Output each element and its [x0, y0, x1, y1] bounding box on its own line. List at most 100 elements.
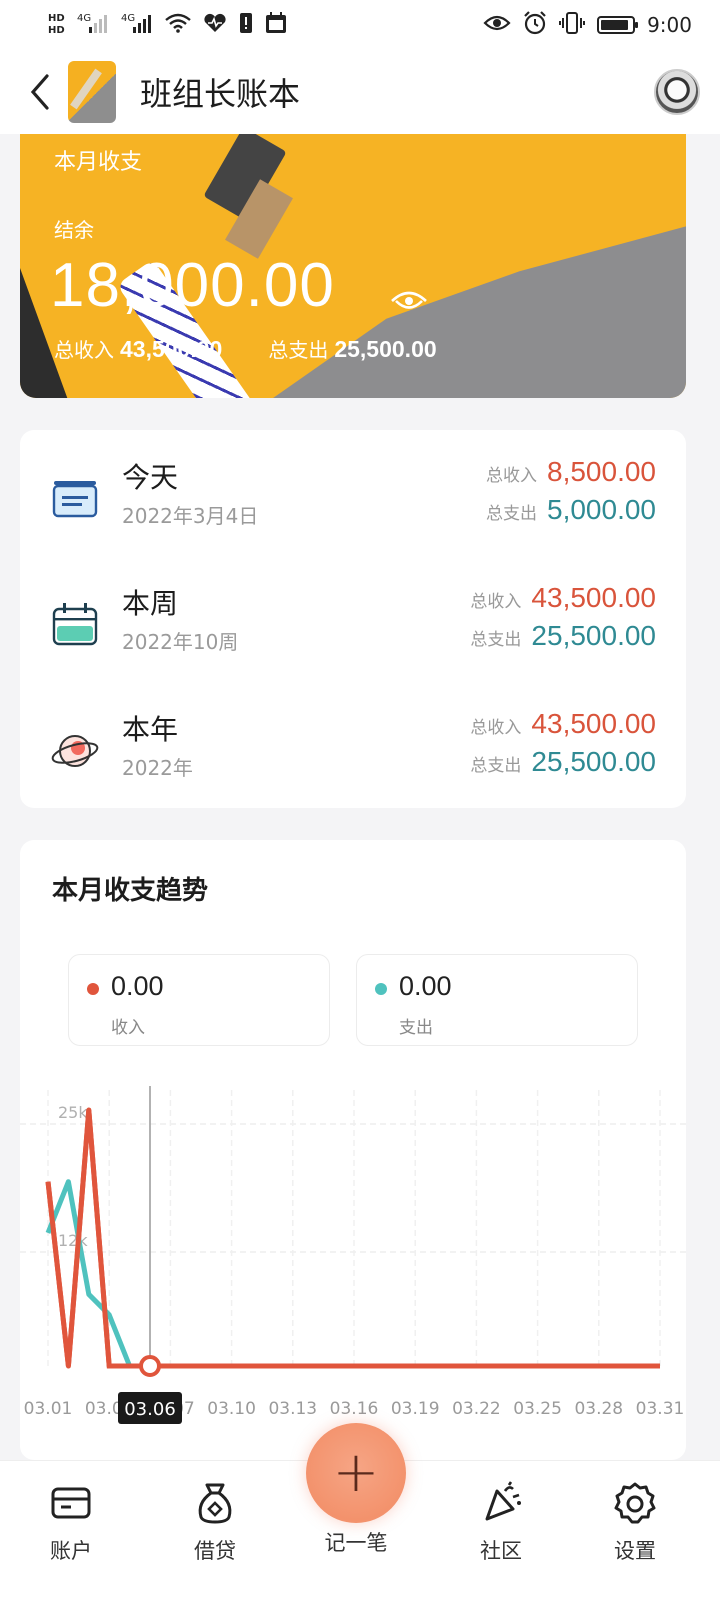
hd-badge-1: HD	[48, 13, 65, 24]
income-amount: 8,500.00	[547, 456, 656, 487]
alarm-icon	[523, 10, 547, 40]
cursor-point	[139, 1355, 161, 1377]
x-tick-label: 03.16	[330, 1399, 379, 1419]
income-label: 总收入	[470, 718, 522, 738]
status-bar: HD HD 4G 4G 9:00	[0, 0, 720, 50]
monthly-balance-banner[interactable]: 本月收支 结余 18,000.00 总收入 43,500.00 总支出 25,5…	[20, 134, 686, 398]
status-time: 9:00	[647, 13, 692, 37]
eye-toggle-icon[interactable]	[390, 288, 428, 314]
calendar-status-icon	[265, 11, 287, 39]
summary-amounts: 总收入 8,500.00 总支出 5,000.00	[486, 456, 656, 532]
expense-label: 总支出	[486, 504, 537, 524]
party-icon	[485, 1481, 521, 1521]
legend-expense-value: 0.00	[399, 971, 452, 1001]
y-tick-label: 25k	[58, 1103, 88, 1122]
expense-label: 总支出	[470, 756, 522, 776]
trend-title: 本月收支趋势	[52, 876, 209, 906]
summary-amounts: 总收入 43,500.00 总支出 25,500.00	[470, 708, 656, 784]
gear-icon	[614, 1482, 656, 1524]
nav-label: 社区	[480, 1539, 522, 1563]
x-tick-label: 03.28	[574, 1399, 623, 1419]
income-series-line	[45, 1107, 660, 1369]
income-amount: 43,500.00	[120, 336, 223, 362]
income-label: 总收入	[54, 338, 114, 362]
legend-expense-box[interactable]: 0.00 支出	[356, 954, 638, 1046]
summary-row-week[interactable]: 本周 2022年10周 总收入 43,500.00 总支出 25,500.00	[20, 582, 686, 682]
plus-icon: +	[332, 1440, 380, 1505]
vibrate-icon	[559, 11, 586, 40]
nav-item-loan[interactable]: 借贷	[160, 1481, 270, 1565]
x-tick-label: 03.22	[452, 1399, 501, 1419]
ledger-cover-thumbnail[interactable]	[68, 61, 116, 123]
page-title: 班组长账本	[140, 75, 301, 113]
tooltip-label: 03.06	[124, 1399, 176, 1420]
summary-date: 2022年	[122, 756, 193, 780]
calendar-icon	[52, 603, 98, 646]
banner-title: 本月收支	[54, 150, 143, 175]
expense-label: 总支出	[470, 630, 522, 650]
monthly-trend-card: 本月收支趋势 0.00 收入 0.00 支出 25k 12k 03.01 03.04 0…	[20, 840, 686, 1460]
y-tick-label: 12k	[58, 1231, 88, 1250]
x-tick-label: 03.25	[513, 1399, 562, 1419]
summary-row-today[interactable]: 今天 2022年3月4日 总收入 8,500.00 总支出 5,000.00	[20, 456, 686, 556]
legend-income-box[interactable]: 0.00 收入	[68, 954, 330, 1046]
health-icon	[203, 13, 227, 38]
signal-icon-2: 4G	[121, 11, 153, 40]
summary-row-year[interactable]: 本年 2022年 总收入 43,500.00 总支出 25,500.00	[20, 708, 686, 808]
eye-status-icon	[483, 13, 511, 38]
banner-totals: 总收入 43,500.00 总支出 25,500.00	[54, 334, 477, 363]
expense-amount: 5,000.00	[547, 494, 656, 525]
x-tick-label: 03.10	[207, 1399, 256, 1419]
legend-expense-label: 支出	[399, 1018, 433, 1038]
period-summary-card: 今天 2022年3月4日 总收入 8,500.00 总支出 5,000.00 本周 …	[20, 430, 686, 808]
signal-icon-1: 4G	[77, 11, 109, 40]
add-record-button[interactable]: +	[306, 1423, 406, 1523]
legend-income-label: 收入	[111, 1018, 145, 1038]
status-left: HD HD 4G 4G	[48, 11, 287, 40]
expense-dot-icon	[375, 983, 387, 995]
income-amount: 43,500.00	[531, 582, 656, 613]
x-tick-label: 03.01	[24, 1399, 73, 1419]
add-record-label: 记一笔	[324, 1531, 388, 1555]
nav-item-community[interactable]: 社区	[446, 1481, 556, 1565]
battery-icon	[597, 16, 639, 34]
nav-item-settings[interactable]: 设置	[580, 1481, 690, 1565]
x-tick-label: 03.19	[391, 1399, 440, 1419]
summary-amounts: 总收入 43,500.00 总支出 25,500.00	[470, 582, 656, 658]
alert-icon	[239, 12, 253, 39]
hd-badge-2: HD	[48, 25, 65, 36]
expense-label: 总支出	[268, 338, 329, 362]
expense-amount: 25,500.00	[531, 620, 656, 651]
money-bag-icon	[198, 1483, 232, 1524]
balance-label: 结余	[54, 218, 94, 242]
income-amount: 43,500.00	[531, 708, 656, 739]
summary-date: 2022年10周	[122, 630, 239, 654]
wallet-icon	[51, 1487, 91, 1519]
trend-line-chart[interactable]: 25k12k03.0103.0403.0703.1003.1303.1603.1…	[20, 1070, 686, 1450]
planet-icon	[51, 735, 99, 767]
x-tick-label: 03.31	[636, 1399, 685, 1419]
balance-amount: 18,000.00	[50, 251, 335, 320]
card-icon	[52, 481, 98, 518]
summary-title: 本周	[122, 587, 179, 620]
expense-amount: 25,500.00	[531, 746, 656, 777]
nav-label: 设置	[614, 1539, 656, 1563]
income-label: 总收入	[470, 592, 522, 612]
chevron-left-icon	[30, 74, 49, 110]
expense-amount: 25,500.00	[334, 336, 437, 362]
wifi-icon	[164, 13, 191, 38]
nav-label: 借贷	[194, 1539, 236, 1563]
nav-item-account[interactable]: 账户	[16, 1481, 126, 1565]
hd-indicators: HD HD	[48, 13, 65, 37]
income-dot-icon	[87, 983, 99, 995]
back-button[interactable]	[20, 67, 60, 117]
nav-label: 账户	[50, 1539, 92, 1563]
income-series-line-top	[45, 1109, 660, 1369]
svg-text:4G: 4G	[121, 13, 135, 24]
summary-title: 本年	[122, 713, 179, 746]
app-header: 班组长账本	[0, 50, 720, 134]
legend-income-value: 0.00	[111, 971, 164, 1001]
avatar[interactable]	[654, 69, 700, 115]
summary-date: 2022年3月4日	[122, 504, 259, 528]
summary-title: 今天	[122, 461, 179, 494]
